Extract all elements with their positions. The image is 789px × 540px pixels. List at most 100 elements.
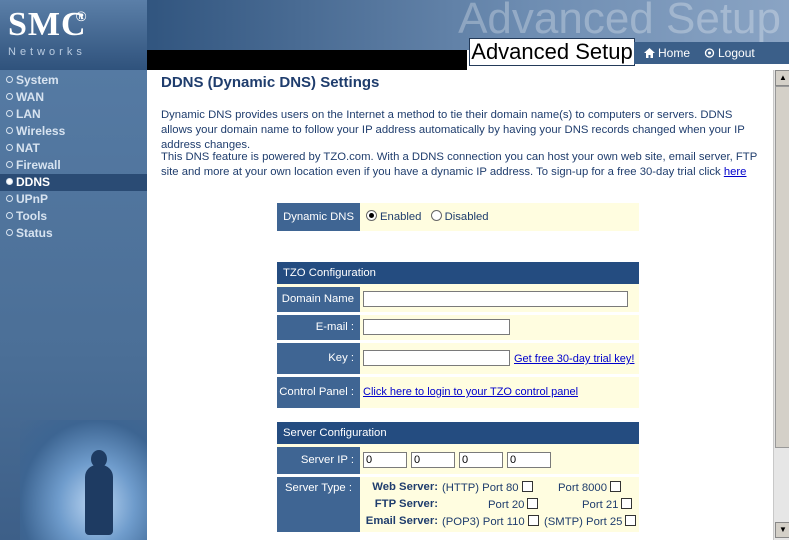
- scroll-down-arrow-icon[interactable]: ▼: [775, 522, 789, 538]
- tzo-control-panel-link[interactable]: Click here to login to your TZO control …: [363, 386, 578, 398]
- server-ip-octet-2[interactable]: [411, 452, 455, 468]
- tzo-config-header: TZO Configuration: [277, 262, 639, 284]
- sidebar-item-upnp[interactable]: UPnP: [6, 191, 48, 207]
- sidebar-item-label: Status: [16, 226, 53, 240]
- sidebar-item-wan[interactable]: WAN: [6, 89, 44, 105]
- email-label: E-mail :: [277, 315, 360, 340]
- smc-logo: SMC ® Networks: [0, 0, 147, 70]
- sidebar-item-label: UPnP: [16, 192, 49, 206]
- pop3-port-110-label: (POP3) Port 110: [442, 516, 525, 528]
- smtp-port-25-option[interactable]: (SMTP) Port 25: [544, 515, 637, 528]
- logo-registered-mark: ®: [76, 8, 87, 24]
- bullet-icon: [6, 229, 13, 236]
- sidebar-item-label: DDNS: [16, 175, 51, 189]
- bullet-icon: [6, 93, 13, 100]
- email-input[interactable]: [363, 319, 510, 335]
- sidebar-item-tools[interactable]: Tools: [6, 208, 47, 224]
- ddns-disabled-label: Disabled: [444, 211, 489, 223]
- ddns-enabled-label: Enabled: [380, 211, 422, 223]
- bullet-icon: [6, 144, 13, 151]
- main-content: DDNS (Dynamic DNS) Settings Dynamic DNS …: [147, 70, 773, 540]
- ddns-disabled-option[interactable]: Disabled: [430, 210, 489, 223]
- header-black-bar: [147, 50, 467, 70]
- sidebar-item-status[interactable]: Status: [6, 225, 53, 241]
- web-port-8000-label: Port 8000: [558, 482, 607, 494]
- smtp-port-25-label: (SMTP) Port 25: [544, 516, 623, 528]
- sidebar-item-label: Firewall: [16, 158, 61, 172]
- web-port-80-option[interactable]: (HTTP) Port 80: [442, 481, 533, 494]
- logo-subtitle: Networks: [8, 46, 86, 58]
- trial-signup-link[interactable]: here: [724, 166, 747, 178]
- web-port-8000-option[interactable]: Port 8000: [558, 481, 621, 494]
- description-paragraph-1: Dynamic DNS provides users on the Intern…: [161, 109, 745, 151]
- dynamic-dns-options: Enabled Disabled: [360, 203, 639, 231]
- bullet-icon: [6, 127, 13, 134]
- key-input[interactable]: [363, 350, 510, 366]
- ftp-port-21-option[interactable]: Port 21: [582, 498, 633, 511]
- domain-name-cell: [360, 287, 639, 312]
- sidebar-item-ddns[interactable]: DDNS: [6, 174, 50, 190]
- sidebar-item-label: NAT: [16, 141, 40, 155]
- sidebar-item-label: Wireless: [16, 124, 66, 138]
- ftp-port-21-label: Port 21: [582, 499, 619, 511]
- logout-label: Logout: [718, 46, 755, 60]
- home-link[interactable]: Home: [644, 42, 690, 64]
- sidebar-item-label: LAN: [16, 107, 41, 121]
- server-config-header: Server Configuration: [277, 422, 639, 444]
- sidebar-item-lan[interactable]: LAN: [6, 106, 41, 122]
- ftp-port-20-label: Port 20: [488, 499, 525, 511]
- server-type-cell: Web Server: (HTTP) Port 80 Port 8000 FTP…: [360, 477, 639, 532]
- sidebar-item-firewall[interactable]: Firewall: [6, 157, 61, 173]
- bullet-icon: [6, 76, 13, 83]
- sidebar-item-system[interactable]: System: [6, 72, 59, 88]
- server-ip-octet-1[interactable]: [363, 452, 407, 468]
- bullet-icon: [6, 161, 13, 168]
- sidebar-item-label: System: [16, 73, 59, 87]
- ddns-enabled-radio[interactable]: [366, 210, 377, 221]
- page-title: DDNS (Dynamic DNS) Settings: [161, 74, 380, 91]
- server-ip-octet-3[interactable]: [459, 452, 503, 468]
- trial-key-link[interactable]: Get free 30-day trial key!: [514, 353, 634, 365]
- domain-name-input[interactable]: [363, 291, 628, 307]
- sidebar: System WAN LAN Wireless NAT Firewall DDN…: [0, 70, 147, 540]
- page-section-title: Advanced Setup: [469, 38, 635, 66]
- home-icon: [644, 48, 655, 58]
- scroll-thumb[interactable]: [775, 86, 789, 448]
- pop3-port-110-checkbox[interactable]: [527, 515, 539, 526]
- server-ip-octet-4[interactable]: [507, 452, 551, 468]
- smtp-port-25-checkbox[interactable]: [625, 515, 637, 526]
- logout-link[interactable]: Logout: [704, 42, 755, 64]
- bullet-icon: [6, 178, 13, 185]
- web-port-8000-checkbox[interactable]: [610, 481, 621, 492]
- scroll-up-arrow-icon[interactable]: ▲: [775, 70, 789, 86]
- ftp-server-label: FTP Server:: [374, 498, 438, 510]
- sidebar-item-wireless[interactable]: Wireless: [6, 123, 65, 139]
- home-label: Home: [658, 46, 691, 60]
- ftp-port-20-checkbox[interactable]: [527, 498, 539, 509]
- description-text: This DNS feature is powered by TZO.com. …: [161, 151, 758, 178]
- header: SMC ® Networks Advanced Setup Advanced S…: [0, 0, 789, 70]
- sidebar-decorative-image: [20, 420, 147, 540]
- web-port-80-checkbox[interactable]: [521, 481, 533, 492]
- logout-icon: [704, 48, 715, 58]
- control-panel-label: Control Panel :: [277, 377, 360, 408]
- web-port-80-label: (HTTP) Port 80: [442, 482, 519, 494]
- ddns-disabled-radio[interactable]: [430, 210, 442, 221]
- server-type-label: Server Type :: [277, 477, 360, 532]
- vertical-scrollbar[interactable]: ▲ ▼: [773, 70, 789, 540]
- email-server-label: Email Server:: [365, 515, 438, 527]
- bullet-icon: [6, 195, 13, 202]
- ddns-enabled-option[interactable]: Enabled: [366, 210, 422, 223]
- bullet-icon: [6, 110, 13, 117]
- dynamic-dns-label: Dynamic DNS :: [277, 203, 360, 251]
- ftp-port-20-option[interactable]: Port 20: [488, 498, 539, 511]
- server-ip-cell: [360, 447, 639, 474]
- server-ip-label: Server IP :: [277, 447, 360, 474]
- ftp-port-21-checkbox[interactable]: [621, 498, 633, 509]
- domain-name-label: Domain Name :: [277, 287, 360, 330]
- sidebar-item-label: Tools: [16, 209, 48, 223]
- sidebar-item-nat[interactable]: NAT: [6, 140, 40, 156]
- control-panel-cell: Click here to login to your TZO control …: [360, 377, 639, 408]
- sidebar-item-label: WAN: [16, 90, 44, 104]
- pop3-port-110-option[interactable]: (POP3) Port 110: [442, 515, 539, 528]
